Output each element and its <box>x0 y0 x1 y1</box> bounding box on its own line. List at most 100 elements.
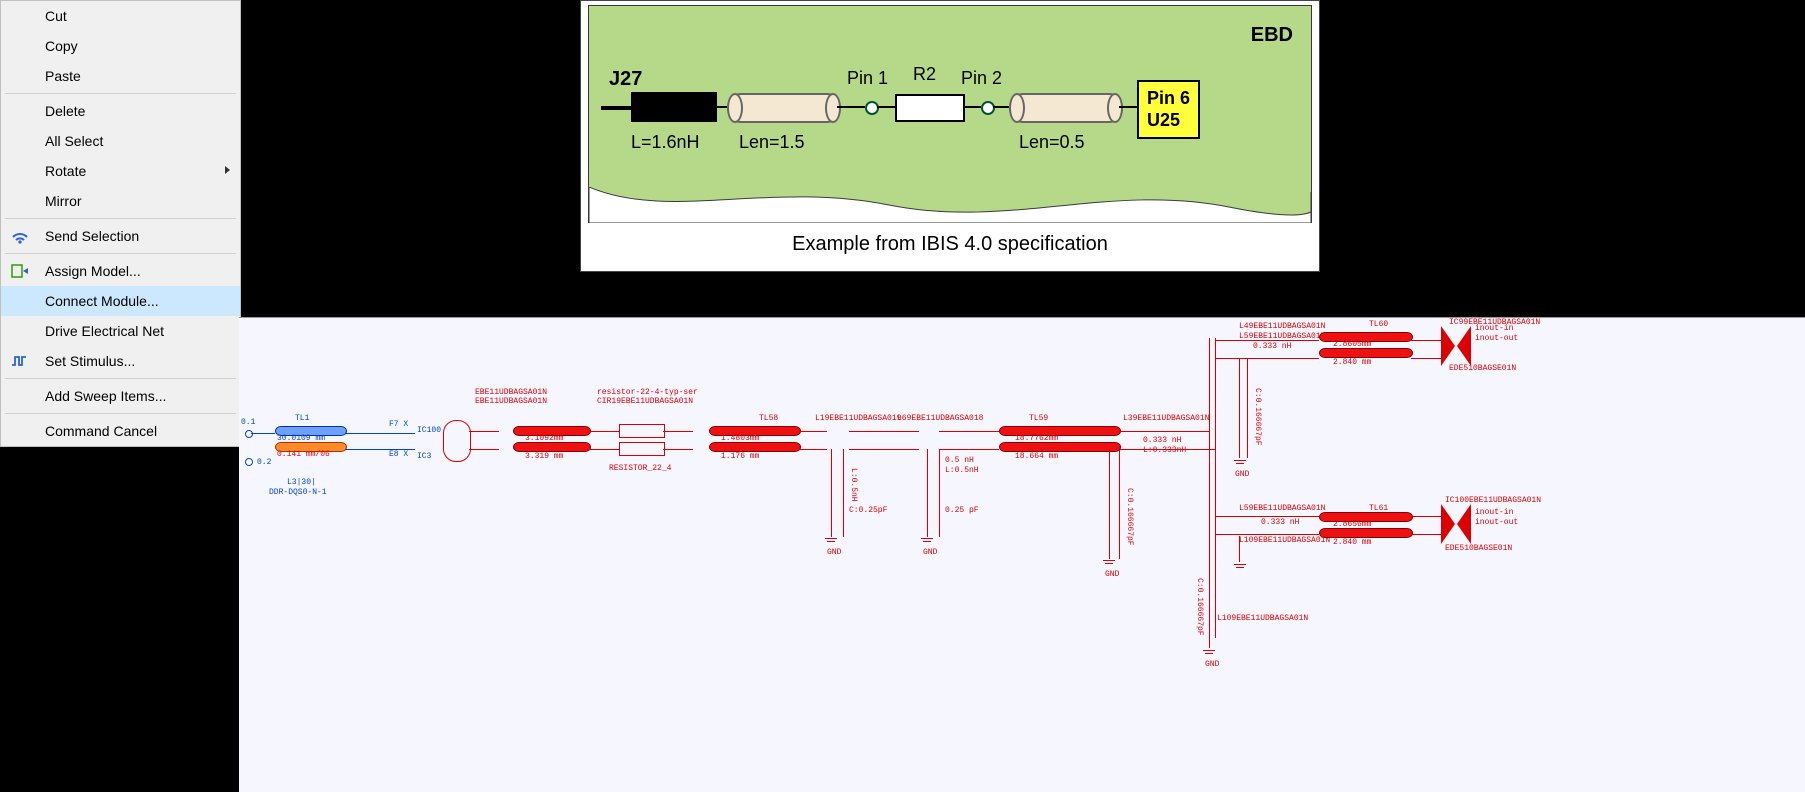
tline-segment <box>513 442 591 452</box>
gnd-label: GND <box>1235 470 1249 479</box>
menu-add-sweep[interactable]: Add Sweep Items... <box>1 381 240 411</box>
wire <box>663 449 693 450</box>
value-label: 0.25 pF <box>945 506 979 515</box>
value-label: L:0.5nH <box>849 468 858 502</box>
refdes: IC100 <box>417 426 441 435</box>
inductor-block <box>631 92 717 122</box>
value-label: L:0.5nH <box>945 466 979 475</box>
length-label: 0.141 mm/06 <box>277 450 330 459</box>
node-label: 0.2 <box>257 458 271 467</box>
menu-label: Drive Electrical Net <box>45 323 164 339</box>
menu-separator <box>5 413 236 414</box>
l-ref: L59EBE11UDBAGSA01N <box>1239 504 1325 513</box>
wire <box>849 449 919 450</box>
net-name: L3|30| <box>287 478 316 487</box>
pin-dot <box>981 101 995 115</box>
wire <box>251 433 275 434</box>
menu-label: Set Stimulus... <box>45 353 135 369</box>
bus-line <box>1215 338 1216 638</box>
chip-u25: Pin 6 U25 <box>1137 80 1200 139</box>
value-label: C:0.166667pF <box>1253 388 1262 446</box>
gnd-symbol <box>1203 650 1215 660</box>
value-label: 0.333 nH <box>1253 342 1291 351</box>
value-label: 0.5 nH <box>945 456 974 465</box>
menu-label: Connect Module... <box>45 293 159 309</box>
port-label: inout-out <box>1475 518 1518 527</box>
menu-delete[interactable]: Delete <box>1 96 240 126</box>
wire <box>877 106 895 108</box>
ede-ref: EDE510BAGSE01N <box>1445 544 1512 553</box>
menu-separator <box>5 253 236 254</box>
menu-connect-module[interactable]: Connect Module... <box>1 286 240 316</box>
wire <box>1215 534 1255 535</box>
ebd-connector-label: J27 <box>609 68 642 91</box>
ebe-name: EBE11UDBAGSA01N <box>475 388 547 397</box>
l-ref: L39EBE11UDBAGSA01N <box>1123 414 1209 423</box>
wire <box>1247 358 1248 458</box>
resistor-r2 <box>895 94 965 122</box>
ebd-pin1: Pin 1 <box>847 68 888 89</box>
menu-label: Command Cancel <box>45 423 157 439</box>
wire <box>1119 106 1137 108</box>
gnd-label: GND <box>923 548 937 557</box>
tline-2 <box>1009 93 1123 123</box>
menu-rotate[interactable]: Rotate <box>1 156 240 186</box>
menu-label: Send Selection <box>45 228 139 244</box>
value-label: L:0.333nH <box>1143 446 1186 455</box>
menu-send-selection[interactable]: Send Selection <box>1 221 240 251</box>
port-label: inout-in <box>1475 508 1513 517</box>
l-ref: L49EBE11UDBAGSA01N <box>1239 322 1325 331</box>
wire <box>1215 516 1255 517</box>
ebd-pin2: Pin 2 <box>961 68 1002 89</box>
menu-label: Mirror <box>45 193 82 209</box>
pad <box>245 458 253 466</box>
value-label: C:0.166667pF <box>1195 578 1204 636</box>
resistor-symbol <box>619 442 665 456</box>
l-ref: L109EBE11UDBAGSA01N <box>1239 536 1330 545</box>
menu-assign-model[interactable]: Assign Model... <box>1 256 240 286</box>
port-label: F7 X <box>389 420 408 429</box>
menu-all-select[interactable]: All Select <box>1 126 240 156</box>
length-label: 3.1092mm <box>525 434 563 443</box>
ede-ref: EDE510BAGSE01N <box>1449 364 1516 373</box>
wire <box>1109 449 1110 559</box>
wire <box>927 449 928 537</box>
tline-1 <box>727 93 841 123</box>
length-label: 2.8656mm <box>1333 520 1371 529</box>
menu-label: Paste <box>45 68 81 84</box>
ebd-len1: Len=1.5 <box>739 132 805 153</box>
menu-cut[interactable]: Cut <box>1 1 240 31</box>
wire <box>1255 516 1319 517</box>
value-label: C:0.25pF <box>849 506 887 515</box>
menu-label: Delete <box>45 103 85 119</box>
length-label: 2.840 mm <box>1333 538 1371 547</box>
ebd-illustration: EBD J27 Pin 6 U25 L=1.6nH Len=1.5 Pin 1 … <box>588 5 1312 223</box>
gnd-symbol <box>825 538 837 548</box>
net-name: DDR-DQS0-N-1 <box>269 488 327 497</box>
gnd-label: GND <box>1105 570 1119 579</box>
length-label: 30.0109 mm <box>277 434 325 443</box>
menu-paste[interactable]: Paste <box>1 61 240 91</box>
menu-label: Cut <box>45 8 67 24</box>
menu-label: All Select <box>45 133 103 149</box>
refdes: TL60 <box>1369 320 1388 329</box>
refdes: IC3 <box>417 452 431 461</box>
menu-drive-electrical-net[interactable]: Drive Electrical Net <box>1 316 240 346</box>
menu-set-stimulus[interactable]: Set Stimulus... <box>1 346 240 376</box>
gnd-label: GND <box>1205 660 1219 669</box>
ebd-len2: Len=0.5 <box>1019 132 1085 153</box>
menu-label: Add Sweep Items... <box>45 388 166 404</box>
schematic-canvas[interactable]: 0.1 TL1 30.0109 mm 0.141 mm/06 0.2 F7 X … <box>239 317 1805 792</box>
res-name: resistor-22-4-typ-ser <box>597 388 698 397</box>
ebd-diagram-panel: EBD J27 Pin 6 U25 L=1.6nH Len=1.5 Pin 1 … <box>580 0 1320 272</box>
chip-ref-label: U25 <box>1147 110 1190 132</box>
menu-copy[interactable]: Copy <box>1 31 240 61</box>
menu-mirror[interactable]: Mirror <box>1 186 240 216</box>
menu-command-cancel[interactable]: Command Cancel <box>1 416 240 446</box>
wire <box>717 106 727 108</box>
length-label: 18.664 mm <box>1015 452 1058 461</box>
pin-dot <box>865 101 879 115</box>
wire <box>1177 431 1209 432</box>
ebd-caption: Example from IBIS 4.0 specification <box>581 233 1319 256</box>
port-label: inout-out <box>1475 334 1518 343</box>
